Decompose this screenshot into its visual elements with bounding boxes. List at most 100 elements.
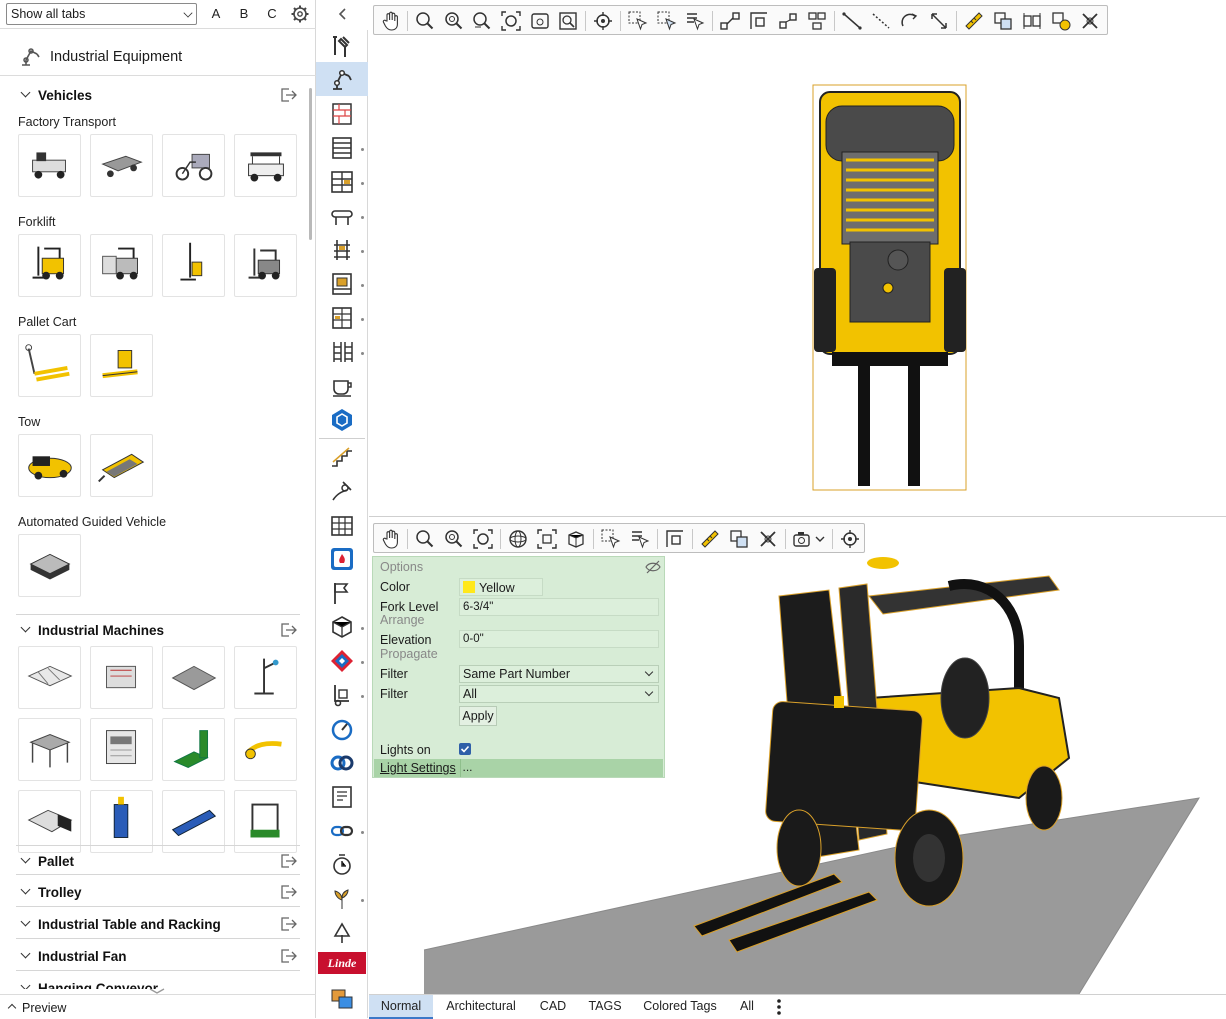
letter-a-button[interactable]: A <box>206 4 226 24</box>
fork-level-input[interactable]: 6-3/4" <box>459 598 659 616</box>
thumb-machine-6[interactable] <box>90 718 153 781</box>
box-view-icon[interactable] <box>565 528 587 550</box>
thumb-machine-7[interactable] <box>162 718 225 781</box>
tab-all[interactable]: All <box>731 995 763 1019</box>
target-icon[interactable] <box>839 528 861 550</box>
flag-icon[interactable] <box>329 580 355 606</box>
gear-icon[interactable] <box>289 4 311 24</box>
scroll-down-icon[interactable] <box>148 984 166 994</box>
group-icon[interactable] <box>806 10 828 32</box>
zoom-extents-icon[interactable] <box>500 10 522 32</box>
sketchup-icon[interactable] <box>329 407 355 433</box>
wall-icon[interactable] <box>329 101 355 127</box>
zoom-icon[interactable] <box>414 528 436 550</box>
stairs-icon[interactable] <box>329 444 355 470</box>
resize-icon[interactable] <box>928 10 950 32</box>
tree-icon[interactable] <box>329 920 355 946</box>
export-icon[interactable] <box>280 949 298 963</box>
select-list-icon[interactable] <box>684 10 706 32</box>
lights-on-checkbox[interactable] <box>459 743 471 755</box>
align-icon[interactable] <box>664 528 686 550</box>
light-settings-button[interactable]: ... <box>460 759 474 777</box>
timer-icon[interactable] <box>329 852 355 878</box>
rotate-icon[interactable] <box>899 10 921 32</box>
select-list-icon[interactable] <box>629 528 651 550</box>
thumb-machine-10[interactable] <box>90 790 153 853</box>
color-select[interactable]: Yellow <box>459 578 543 596</box>
rack-icon[interactable] <box>329 169 355 195</box>
thumb-forklift-3[interactable] <box>234 234 297 297</box>
elevation-input[interactable]: 0-0" <box>459 630 659 648</box>
thumb-powered-pallet[interactable] <box>90 334 153 397</box>
zoom-window-icon[interactable] <box>529 10 551 32</box>
forklift-3d-model[interactable] <box>689 548 1089 958</box>
section-industrial-machines[interactable]: Industrial Machines <box>16 614 300 644</box>
hand-cart-icon[interactable] <box>329 682 355 708</box>
select-icon[interactable] <box>600 528 622 550</box>
apply-button[interactable]: Apply <box>459 706 497 726</box>
thumb-tow-tractor[interactable] <box>18 434 81 497</box>
thumb-flatbed-cart[interactable] <box>90 134 153 197</box>
pan-hand-icon[interactable] <box>380 528 402 550</box>
pattern-icon[interactable] <box>329 648 355 674</box>
section-industrial-fan[interactable]: Industrial Fan <box>16 941 300 971</box>
gauge-icon[interactable] <box>329 716 355 742</box>
tab-cad[interactable]: CAD <box>533 995 573 1019</box>
thumb-machine-8[interactable] <box>234 718 297 781</box>
zoom-in-icon[interactable] <box>443 528 465 550</box>
filter-1-select[interactable]: Same Part Number <box>459 665 659 683</box>
thumb-machine-3[interactable] <box>162 646 225 709</box>
thumb-reach-truck[interactable] <box>162 234 225 297</box>
thumb-golf-cart[interactable] <box>234 134 297 197</box>
export-icon[interactable] <box>280 623 298 637</box>
frame-icon[interactable] <box>329 271 355 297</box>
distribute-icon[interactable] <box>777 10 799 32</box>
export-icon[interactable] <box>280 854 298 868</box>
thumb-cargo-trike[interactable] <box>162 134 225 197</box>
rings-icon[interactable] <box>329 750 355 776</box>
thumb-machine-12[interactable] <box>234 790 297 853</box>
thumb-machine-5[interactable] <box>18 718 81 781</box>
thumb-tug-cart[interactable] <box>18 134 81 197</box>
thumb-machine-2[interactable] <box>90 646 153 709</box>
section-vehicles[interactable]: Vehicles <box>16 80 300 110</box>
thumb-machine-1[interactable] <box>18 646 81 709</box>
tools-icon[interactable] <box>329 33 355 59</box>
zoom-extents-icon[interactable] <box>472 528 494 550</box>
ruler-icon[interactable] <box>963 10 985 32</box>
hide-eye-icon[interactable] <box>645 560 661 574</box>
ruler-icon[interactable] <box>699 528 721 550</box>
conveyor-icon[interactable] <box>329 203 355 229</box>
letter-c-button[interactable]: C <box>262 4 282 24</box>
thumb-machine-9[interactable] <box>18 790 81 853</box>
price-icon[interactable] <box>1050 10 1072 32</box>
tab-normal[interactable]: Normal <box>369 995 433 1019</box>
export-icon[interactable] <box>280 88 298 102</box>
forklift-top-view[interactable] <box>812 84 968 492</box>
cup-icon[interactable] <box>329 373 355 399</box>
plant-icon[interactable] <box>329 886 355 912</box>
align-icon[interactable] <box>748 10 770 32</box>
export-icon[interactable] <box>280 917 298 931</box>
tab-filter-select[interactable]: Show all tabs <box>6 3 197 25</box>
array-icon[interactable] <box>1021 10 1043 32</box>
filter-2-select[interactable]: All <box>459 685 659 703</box>
connect-icon[interactable] <box>719 10 741 32</box>
thumb-forklift-2[interactable] <box>90 234 153 297</box>
library-scrollbar[interactable] <box>309 88 312 240</box>
tab-architectural[interactable]: Architectural <box>441 995 521 1019</box>
light-settings-label[interactable]: Light Settings <box>380 761 456 775</box>
delete-icon[interactable] <box>757 528 779 550</box>
export-icon[interactable] <box>280 885 298 899</box>
zoom-icon[interactable] <box>414 10 436 32</box>
zoom-out-icon[interactable] <box>471 10 493 32</box>
section-trolley[interactable]: Trolley <box>16 877 300 907</box>
storage-icon[interactable] <box>329 305 355 331</box>
target-icon[interactable] <box>592 10 614 32</box>
thumb-agv[interactable] <box>18 534 81 597</box>
thumb-pallet-jack[interactable] <box>18 334 81 397</box>
viewport-2d[interactable] <box>369 0 1226 517</box>
preview-toggle[interactable]: Preview <box>0 994 316 1018</box>
fire-panel-icon[interactable] <box>329 546 355 572</box>
fit-view-icon[interactable] <box>536 528 558 550</box>
